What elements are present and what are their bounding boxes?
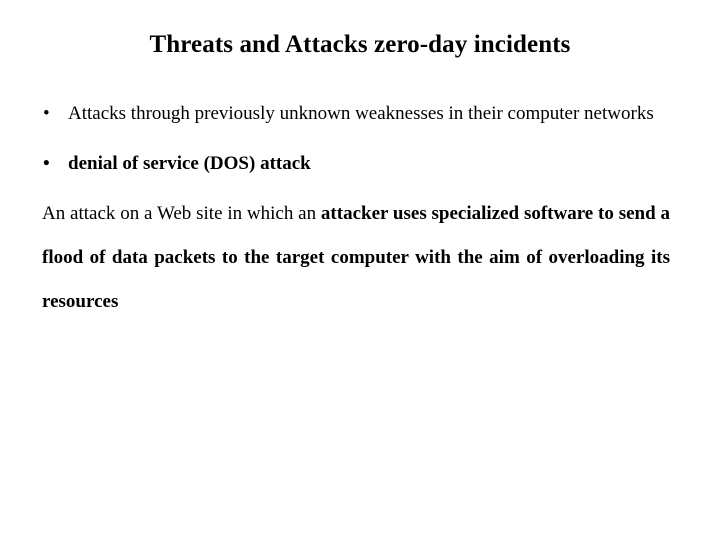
list-item-label: Attacks through previously unknown weakn…	[68, 103, 654, 124]
bullet-dot-icon: •	[43, 153, 50, 174]
list-item: • Attacks through previously unknown wea…	[42, 92, 670, 136]
list-item-label: denial of service (DOS) attack	[68, 153, 311, 174]
slide-body: • Attacks through previously unknown wea…	[42, 92, 670, 368]
paragraph-regular-text: An attack on a Web site in which an	[42, 203, 321, 224]
list-item: • denial of service (DOS) attack	[42, 142, 670, 186]
page-title: Threats and Attacks zero-day incidents	[149, 31, 571, 58]
bullet-dot-icon: •	[43, 103, 50, 124]
slide-canvas: Threats and Attacks zero-day incidents •…	[0, 0, 720, 540]
definition-paragraph: An attack on a Web site in which an atta…	[42, 192, 670, 368]
